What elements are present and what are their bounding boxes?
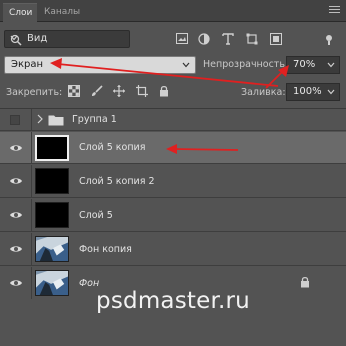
layer-filter-select[interactable]: Вид: [4, 30, 130, 48]
opacity-field[interactable]: 70%: [286, 56, 340, 74]
folder-icon: [48, 115, 64, 126]
filter-label: Вид: [27, 33, 48, 44]
tab-layers[interactable]: Слои: [3, 3, 37, 22]
chevron-down-icon: [327, 62, 335, 68]
visibility-toggle-empty[interactable]: [10, 115, 20, 125]
chevron-down-icon: [327, 89, 335, 95]
watermark-text: psdmaster.ru: [96, 288, 250, 314]
lock-position-icon[interactable]: [113, 85, 125, 97]
chevron-down-icon: [182, 62, 190, 68]
blend-mode-value: Экран: [11, 59, 44, 70]
fill-value: 100%: [293, 86, 322, 97]
fill-field[interactable]: 100%: [286, 83, 340, 101]
layer-name: Фон копия: [79, 244, 132, 255]
lock-all-icon[interactable]: [159, 85, 169, 97]
type-filter-icon[interactable]: [222, 33, 234, 45]
lock-label: Закрепить:: [6, 87, 63, 98]
layers-list: Группа 1 Слой 5 копия Слой 5 копия 2 Сло…: [0, 108, 346, 299]
eye-icon[interactable]: [9, 143, 23, 153]
layer-row-group-1[interactable]: Группа 1: [0, 109, 346, 131]
lock-artboard-icon[interactable]: [136, 85, 148, 97]
shape-filter-icon[interactable]: [246, 33, 258, 45]
filter-icons: [170, 30, 346, 48]
layer-row-sloy-5[interactable]: Слой 5: [0, 199, 346, 232]
layer-thumbnail-photo: [35, 236, 69, 262]
opacity-value: 70%: [293, 59, 316, 70]
adjustment-filter-icon[interactable]: [198, 33, 210, 45]
layer-thumbnail: [35, 202, 69, 228]
smart-object-filter-icon[interactable]: [270, 33, 282, 45]
eye-icon[interactable]: [9, 244, 23, 254]
layer-name: Группа 1: [72, 114, 117, 125]
pixel-filter-icon[interactable]: [176, 33, 188, 44]
lock-transparent-pixels-icon[interactable]: [68, 85, 80, 97]
opacity-label: Непрозрачность:: [203, 59, 289, 70]
eye-icon[interactable]: [9, 210, 23, 220]
layer-row-fon-kopiya[interactable]: Фон копия: [0, 233, 346, 266]
layer-row-sloy-5-kopiya-2[interactable]: Слой 5 копия 2: [0, 165, 346, 198]
panel-menu-icon[interactable]: [329, 6, 340, 15]
layer-name: Слой 5 копия 2: [79, 176, 155, 187]
layer-thumbnail: [35, 168, 69, 194]
tab-channels[interactable]: Каналы: [44, 3, 80, 22]
chevron-down-icon: [10, 35, 18, 41]
layer-name: Слой 5 копия: [79, 142, 146, 153]
layer-row-sloy-5-kopiya[interactable]: Слой 5 копия: [0, 132, 346, 164]
lock-image-pixels-icon[interactable]: [91, 85, 103, 97]
blend-mode-select[interactable]: Экран: [4, 56, 196, 74]
fill-label: Заливка:: [241, 87, 286, 98]
eye-icon[interactable]: [9, 176, 23, 186]
filter-toggle-icon[interactable]: [324, 33, 334, 45]
lock-icon: [301, 276, 309, 288]
layer-thumbnail: [35, 135, 69, 161]
chevron-right-icon[interactable]: [37, 114, 43, 124]
panel-tabbar: Слои Каналы: [0, 0, 346, 22]
eye-icon[interactable]: [9, 278, 23, 288]
layer-name: Слой 5: [79, 210, 113, 221]
